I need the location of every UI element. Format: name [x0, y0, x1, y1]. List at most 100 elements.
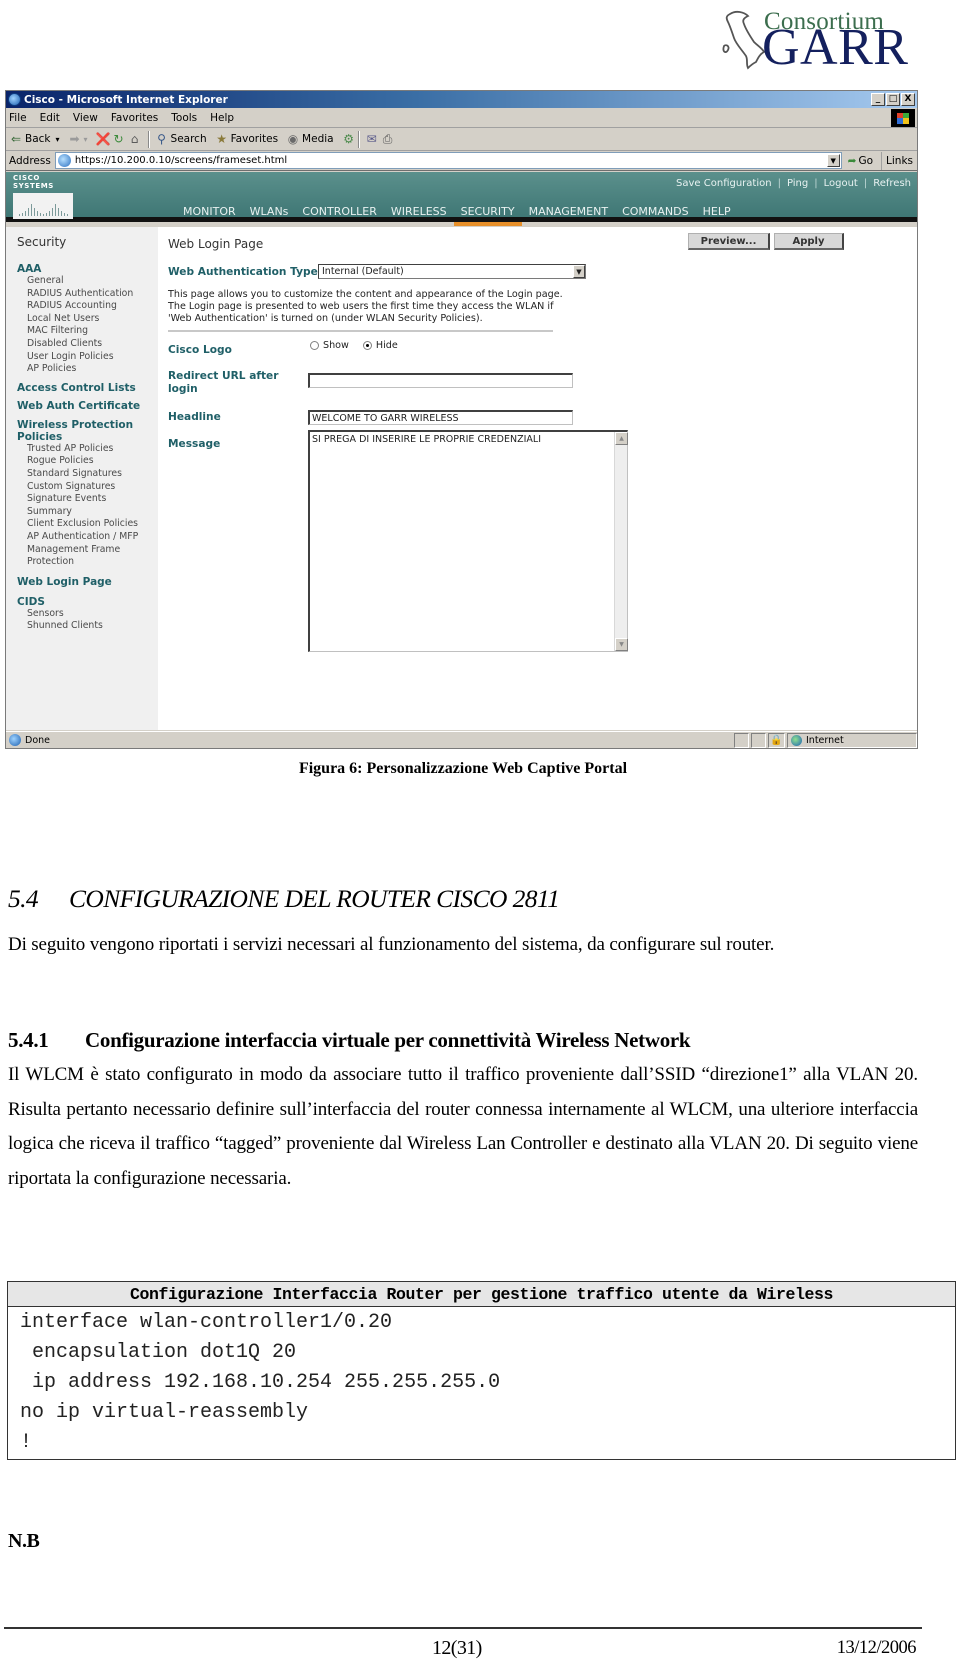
- media-button[interactable]: ◉ Media: [286, 132, 334, 146]
- sidebar-item-wireless-protection-policies[interactable]: Wireless Protection Policies: [17, 419, 137, 443]
- sidebar-item-ap-authentication-mfp[interactable]: AP Authentication / MFP: [17, 531, 158, 544]
- search-button[interactable]: ⚲ Search: [155, 132, 207, 146]
- message-textarea[interactable]: SI PREGA DI INSERIRE LE PROPRIE CREDENZI…: [308, 430, 628, 652]
- cisco-bar: [22, 213, 23, 216]
- sidebar-title: Security: [17, 235, 67, 249]
- search-label: Search: [170, 133, 207, 145]
- nav-controller[interactable]: CONTROLLER: [295, 201, 383, 222]
- sidebar-item-ap-policies[interactable]: AP Policies: [17, 363, 158, 376]
- menu-file[interactable]: File: [9, 112, 27, 124]
- zone-label: Internet: [806, 734, 844, 746]
- favorites-icon: ★: [216, 132, 227, 146]
- sidebar-item-sensors[interactable]: Sensors: [17, 608, 158, 621]
- sidebar-item-custom-signatures[interactable]: Custom Signatures: [17, 481, 158, 494]
- textarea-scrollbar[interactable]: ▲ ▼: [614, 432, 628, 651]
- toolbar-separator: [357, 130, 359, 148]
- nav-wireless[interactable]: WIRELESS: [384, 201, 454, 222]
- cisco-bar: [49, 211, 50, 216]
- history-icon[interactable]: ⚙: [342, 132, 356, 146]
- forward-button[interactable]: ➡ ▾: [68, 132, 88, 146]
- sidebar-item-access-control-lists[interactable]: Access Control Lists: [17, 382, 158, 394]
- chevron-down-icon[interactable]: ▾: [84, 135, 88, 144]
- favorites-button[interactable]: ★ Favorites: [215, 132, 278, 146]
- refresh-icon[interactable]: ↻: [112, 132, 126, 146]
- redirect-url-input[interactable]: [308, 373, 573, 388]
- chevron-down-icon[interactable]: ▾: [56, 135, 60, 144]
- sidebar-group-aaa: AAA General RADIUS Authentication RADIUS…: [17, 263, 158, 376]
- subsection-body: Il WLCM è stato configurato in modo da a…: [8, 1064, 918, 1189]
- preview-button[interactable]: Preview...: [688, 233, 770, 250]
- ping-link[interactable]: Ping: [787, 178, 808, 189]
- refresh-link[interactable]: Refresh: [873, 178, 911, 189]
- address-input[interactable]: https://10.200.0.10/screens/frameset.htm…: [54, 152, 842, 169]
- menu-tools[interactable]: Tools: [171, 112, 197, 124]
- page-number: 12(31): [432, 1637, 482, 1659]
- sidebar-item-disabled-clients[interactable]: Disabled Clients: [17, 338, 158, 351]
- mail-icon[interactable]: ✉: [365, 132, 379, 146]
- sidebar-item-shunned-clients[interactable]: Shunned Clients: [17, 620, 158, 633]
- page-title: Web Login Page: [168, 237, 264, 251]
- menu-favorites[interactable]: Favorites: [111, 112, 158, 124]
- nav-monitor[interactable]: MONITOR: [176, 201, 243, 222]
- nav-help[interactable]: HELP: [696, 201, 738, 222]
- sidebar-item-local-net-users[interactable]: Local Net Users: [17, 313, 158, 326]
- sidebar-item-rogue-policies[interactable]: Rogue Policies: [17, 455, 158, 468]
- nav-security[interactable]: SECURITY: [453, 201, 522, 226]
- links-button[interactable]: Links: [881, 151, 917, 170]
- cisco-logo-radio-group: Show Hide: [310, 340, 398, 351]
- nav-management[interactable]: MANAGEMENT: [522, 201, 615, 222]
- status-panel: [751, 732, 766, 748]
- scroll-down-icon[interactable]: ▼: [615, 638, 628, 651]
- sidebar-item-management-frame-protection[interactable]: Management Frame Protection: [17, 544, 142, 569]
- sidebar-item-radius-authentication[interactable]: RADIUS Authentication: [17, 288, 158, 301]
- scroll-up-icon[interactable]: ▲: [615, 432, 628, 445]
- nav-commands[interactable]: COMMANDS: [615, 201, 696, 222]
- logout-link[interactable]: Logout: [824, 178, 858, 189]
- maximize-button[interactable]: □: [886, 93, 900, 106]
- nav-wlans[interactable]: WLANs: [243, 201, 296, 222]
- subsection-number: 5.4.1: [8, 1028, 49, 1052]
- media-icon: ◉: [287, 132, 299, 146]
- message-label: Message: [168, 438, 221, 450]
- address-dropdown-icon[interactable]: ▼: [826, 154, 840, 167]
- minimize-button[interactable]: _: [871, 93, 885, 106]
- cisco-logo-show-radio[interactable]: Show: [310, 340, 349, 351]
- stop-icon[interactable]: ❌: [96, 132, 111, 146]
- apply-button[interactable]: Apply: [774, 233, 844, 250]
- sidebar-item-mac-filtering[interactable]: MAC Filtering: [17, 325, 158, 338]
- sidebar-item-web-auth-certificate[interactable]: Web Auth Certificate: [17, 400, 158, 412]
- page-status-icon: [9, 734, 21, 746]
- cisco-bar: [34, 208, 35, 216]
- close-button[interactable]: X: [901, 93, 915, 106]
- menu-help[interactable]: Help: [210, 112, 234, 124]
- cisco-logo-label: Cisco Logo: [168, 344, 232, 356]
- menu-view[interactable]: View: [73, 112, 98, 124]
- cisco-bar: [28, 208, 29, 216]
- sidebar-item-client-exclusion-policies[interactable]: Client Exclusion Policies: [17, 518, 158, 531]
- go-button[interactable]: ➦ Go: [848, 155, 873, 167]
- cisco-logo-hide-radio[interactable]: Hide: [362, 340, 398, 351]
- sidebar-item-user-login-policies[interactable]: User Login Policies: [17, 351, 158, 364]
- menu-edit[interactable]: Edit: [40, 112, 60, 124]
- sidebar-item-standard-signatures[interactable]: Standard Signatures: [17, 468, 158, 481]
- save-configuration-link[interactable]: Save Configuration: [676, 178, 772, 189]
- sidebar-item-general[interactable]: General: [17, 275, 158, 288]
- sidebar-item-web-login-page[interactable]: Web Login Page: [17, 576, 158, 588]
- print-icon[interactable]: ⎙: [381, 132, 395, 146]
- sidebar-item-trusted-ap-policies[interactable]: Trusted AP Policies: [17, 443, 158, 456]
- sidebar-item-cids[interactable]: CIDS: [17, 596, 158, 608]
- home-icon[interactable]: ⌂: [128, 132, 142, 146]
- sidebar-item-aaa[interactable]: AAA: [17, 263, 158, 275]
- cisco-bar: [58, 208, 59, 216]
- code-lines: interface wlan-controller1/0.20 encapsul…: [8, 1307, 955, 1458]
- chevron-down-icon[interactable]: ▼: [573, 265, 585, 278]
- security-sidebar: Security AAA General RADIUS Authenticati…: [6, 227, 158, 730]
- back-button[interactable]: ⇐ Back ▾: [9, 132, 60, 146]
- code-line: ip address 192.168.10.254 255.255.255.0: [20, 1371, 501, 1394]
- windows-logo-icon: [891, 109, 915, 127]
- sidebar-item-signature-events-summary[interactable]: Signature Events Summary: [17, 493, 127, 518]
- headline-input[interactable]: WELCOME TO GARR WIRELESS: [308, 410, 573, 425]
- web-auth-type-select[interactable]: Internal (Default) ▼: [318, 264, 586, 279]
- sidebar-item-radius-accounting[interactable]: RADIUS Accounting: [17, 300, 158, 313]
- sidebar-group-acl: Access Control Lists: [17, 382, 158, 394]
